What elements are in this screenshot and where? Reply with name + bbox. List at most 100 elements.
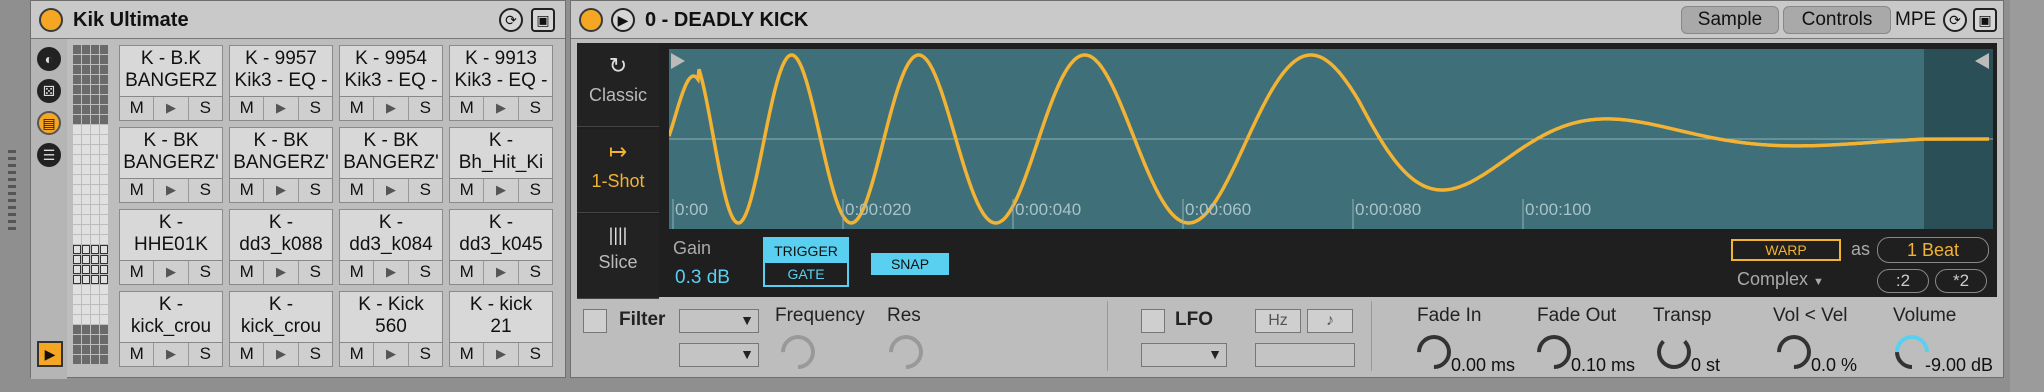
solo-button[interactable]: S [188,97,222,120]
play-icon[interactable]: ▶ [484,179,519,202]
mute-button[interactable]: M [120,97,155,120]
play-icon[interactable]: ▶ [264,343,299,366]
save-preset-icon[interactable]: ▣ [531,8,555,32]
save-preset-icon[interactable]: ▣ [1973,8,1997,32]
play-icon[interactable]: ▶ [264,261,299,284]
drum-pad[interactable]: K - 9954 Kik3 - EQ - M ▶ S [339,45,443,121]
mute-button[interactable]: M [230,261,265,284]
beat-length-value[interactable]: 1 Beat [1877,237,1989,263]
tab-controls[interactable]: Controls [1783,6,1891,34]
mute-button[interactable]: M [340,343,375,366]
drum-pad[interactable]: K - dd3_k045 M ▶ S [449,209,553,285]
mute-button[interactable]: M [450,179,485,202]
drum-pad[interactable]: K - dd3_k084 M ▶ S [339,209,443,285]
halve-button[interactable]: :2 [1877,269,1929,293]
lfo-toggle[interactable] [1141,309,1165,333]
filter-slope-select[interactable] [679,343,759,367]
chain-list-icon[interactable]: ☰ [37,143,61,167]
pad-overview-grid[interactable] [73,45,109,367]
play-icon[interactable]: ▶ [154,343,189,366]
solo-button[interactable]: S [518,343,552,366]
random-icon[interactable]: ⚄ [37,79,61,103]
hot-swap-icon[interactable]: ⟳ [499,8,523,32]
mpe-label[interactable]: MPE [1895,9,1936,31]
mute-button[interactable]: M [230,97,265,120]
play-icon[interactable]: ▶ [154,97,189,120]
play-icon[interactable]: ▶ [154,179,189,202]
play-icon[interactable]: ▶ [484,97,519,120]
trigger-gate-switch[interactable]: TRIGGER GATE [763,237,849,287]
lfo-shape-select[interactable] [1141,343,1227,367]
mute-button[interactable]: M [340,97,375,120]
filter-type-select[interactable] [679,309,759,333]
pad-view-icon[interactable]: ▤ [37,111,61,135]
mute-button[interactable]: M [120,261,155,284]
warp-button[interactable]: WARP [1731,239,1841,261]
solo-button[interactable]: S [188,343,222,366]
lfo-rate-field[interactable] [1255,343,1355,367]
waveform-view[interactable]: 0:00 0:00:020 0:00:040 0:00:060 0:00:080 0:00… [669,49,1993,229]
double-button[interactable]: *2 [1935,269,1987,293]
solo-button[interactable]: S [408,179,442,202]
mode-1-shot[interactable]: ↦ 1-Shot [577,129,659,213]
drum-pad[interactable]: K - HHE01K M ▶ S [119,209,223,285]
mute-button[interactable]: M [450,343,485,366]
play-icon[interactable]: ▶ [374,261,409,284]
drum-pad[interactable]: K - B.K BANGERZ M ▶ S [119,45,223,121]
macro-knob-icon[interactable]: ◐ [37,47,61,71]
drum-pad[interactable]: K - kick 21 M ▶ S [449,291,553,367]
mute-button[interactable]: M [340,261,375,284]
solo-button[interactable]: S [188,261,222,284]
drum-pad[interactable]: K - kick_crou M ▶ S [119,291,223,367]
mode-classic[interactable]: ↻ Classic [577,43,659,127]
device-activator-button[interactable] [579,8,603,32]
solo-button[interactable]: S [408,97,442,120]
device-activator-button[interactable] [39,8,63,32]
play-icon[interactable]: ▶ [484,343,519,366]
snap-button[interactable]: SNAP [871,253,949,275]
mute-button[interactable]: M [230,343,265,366]
frequency-knob[interactable] [773,327,823,377]
hz-button[interactable]: Hz [1255,309,1301,333]
drum-pad[interactable]: K - dd3_k088 M ▶ S [229,209,333,285]
solo-button[interactable]: S [188,179,222,202]
play-icon[interactable]: ▶ [264,179,299,202]
gate-option[interactable]: GATE [765,263,847,285]
filter-toggle[interactable] [583,309,607,333]
mute-button[interactable]: M [450,261,485,284]
play-icon[interactable]: ▶ [374,343,409,366]
mode-slice[interactable]: |||| Slice [577,215,659,299]
tab-sample[interactable]: Sample [1681,6,1779,34]
play-icon[interactable]: ▶ [264,97,299,120]
solo-button[interactable]: S [298,179,332,202]
drum-pad[interactable]: K - BK BANGERZ' M ▶ S [229,127,333,203]
hot-swap-icon[interactable]: ⟳ [1943,8,1967,32]
solo-button[interactable]: S [298,343,332,366]
transpose-knob[interactable] [1657,335,1691,369]
play-icon[interactable]: ▶ [374,97,409,120]
trigger-option[interactable]: TRIGGER [765,239,847,263]
solo-button[interactable]: S [298,97,332,120]
drum-pad[interactable]: K - Kick 560 M ▶ S [339,291,443,367]
mute-button[interactable]: M [120,343,155,366]
mute-button[interactable]: M [450,97,485,120]
solo-button[interactable]: S [518,97,552,120]
play-icon[interactable]: ▶ [484,261,519,284]
solo-button[interactable]: S [298,261,332,284]
mute-button[interactable]: M [340,179,375,202]
note-sync-icon[interactable]: ♪ [1307,309,1353,333]
drum-pad[interactable]: K - BK BANGERZ' M ▶ S [339,127,443,203]
drum-pad[interactable]: K - 9957 Kik3 - EQ - M ▶ S [229,45,333,121]
auto-select-icon[interactable]: ▶ [37,341,63,367]
drum-pad[interactable]: K - 9913 Kik3 - EQ - M ▶ S [449,45,553,121]
play-icon[interactable]: ▶ [154,261,189,284]
solo-button[interactable]: S [408,261,442,284]
drag-handle[interactable] [8,150,16,230]
gain-value[interactable]: 0.3 dB [675,267,730,289]
drum-pad[interactable]: K - kick_crou M ▶ S [229,291,333,367]
mute-button[interactable]: M [230,179,265,202]
preview-play-icon[interactable]: ▶ [611,8,635,32]
res-knob[interactable] [881,327,931,377]
mute-button[interactable]: M [120,179,155,202]
solo-button[interactable]: S [518,261,552,284]
